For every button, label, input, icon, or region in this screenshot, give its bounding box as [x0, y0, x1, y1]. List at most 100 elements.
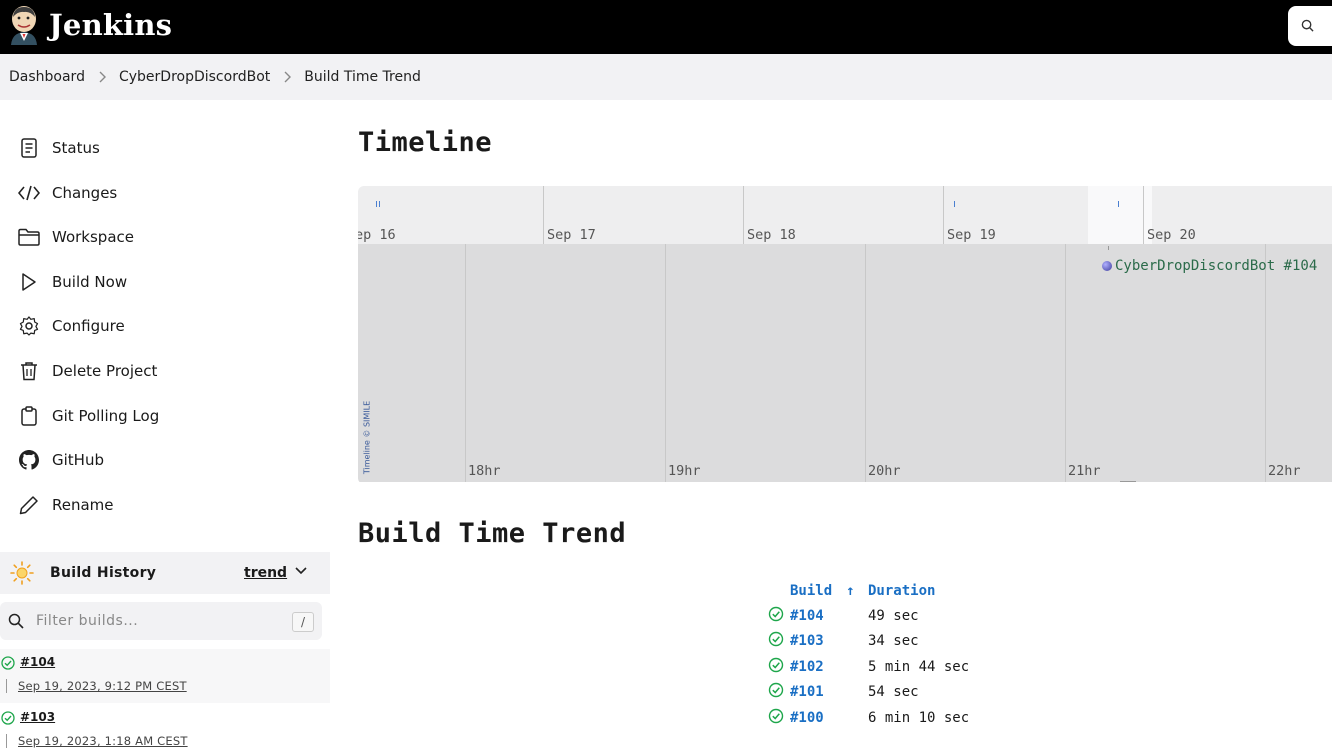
task-label: Changes [52, 184, 118, 202]
search-icon [8, 613, 24, 629]
timeline-hour-divider [865, 244, 866, 482]
task-configure[interactable]: Configure [18, 308, 125, 344]
success-check-icon [768, 606, 784, 621]
breadcrumb-project[interactable]: CyberDropDiscordBot [119, 69, 270, 85]
gear-icon [18, 315, 40, 337]
task-label: Rename [52, 496, 114, 514]
success-check-icon [768, 683, 784, 698]
timeline-hour-divider [1265, 244, 1266, 482]
folder-icon [18, 226, 40, 248]
build-number-link[interactable]: #103 [20, 710, 55, 724]
duration-cell: 34 sec [868, 633, 919, 650]
column-header-duration[interactable]: Duration [868, 579, 969, 603]
success-check-icon [768, 708, 784, 723]
build-cell: #103 [790, 629, 868, 655]
build-date-link[interactable]: Sep 19, 2023, 9:12 PM CEST [18, 679, 187, 693]
timeline-hour-divider [1065, 244, 1066, 482]
task-changes[interactable]: Changes [18, 175, 117, 211]
code-icon [18, 182, 40, 204]
build-cell: #101 [790, 680, 868, 706]
play-icon [18, 271, 40, 293]
timeline-overview-tick [379, 201, 380, 207]
build-date-link[interactable]: Sep 19, 2023, 1:18 AM CEST [18, 734, 188, 748]
task-status[interactable]: Status [18, 130, 100, 166]
table-row: #101 54 sec [768, 680, 969, 706]
timeline-overview-tick [954, 201, 955, 207]
chevron-down-icon[interactable] [295, 566, 307, 576]
timeline-hour-label: 22hr [1268, 463, 1301, 479]
task-workspace[interactable]: Workspace [18, 219, 134, 255]
trash-icon [18, 360, 40, 382]
build-cell: #104 [790, 603, 868, 629]
build-cell: #102 [790, 654, 868, 680]
breadcrumb-build-time-trend[interactable]: Build Time Trend [304, 69, 421, 85]
table-row: #103 34 sec [768, 629, 969, 655]
build-link[interactable]: #104 [790, 608, 824, 624]
github-icon [18, 449, 40, 471]
top-header: Jenkins [0, 0, 1332, 54]
build-history-entry[interactable]: #104 Sep 19, 2023, 9:12 PM CEST [0, 649, 330, 703]
filter-builds-input[interactable] [36, 610, 276, 632]
column-header-build-label: Build [790, 583, 833, 599]
table-row: #100 6 min 10 sec [768, 705, 969, 731]
home-link[interactable]: Jenkins [8, 5, 172, 45]
status-cell [768, 654, 790, 680]
timeline-resize-handle[interactable] [1120, 481, 1136, 484]
chevron-right-icon [283, 71, 292, 83]
build-link[interactable]: #102 [790, 659, 824, 675]
table-header-row: Build ↑ Duration [768, 579, 969, 603]
build-link[interactable]: #100 [790, 710, 824, 726]
header-status-cell [768, 579, 790, 603]
table-row: #102 5 min 44 sec [768, 654, 969, 680]
build-time-trend-table: Build ↑ Duration #104 49 sec #103 34 sec #102… [768, 579, 969, 731]
clipboard-icon [18, 405, 40, 427]
weather-sunny-icon [10, 561, 34, 585]
breadcrumb-dashboard[interactable]: Dashboard [9, 69, 85, 85]
filter-builds-box: / [0, 602, 322, 640]
timeline-day-label: Sep 17 [547, 227, 596, 243]
task-delete-project[interactable]: Delete Project [18, 353, 157, 389]
keyboard-shortcut-hint: / [292, 612, 314, 632]
duration-cell: 54 sec [868, 684, 919, 701]
document-icon [18, 137, 40, 159]
duration-cell: 5 min 44 sec [868, 658, 970, 675]
task-git-polling-log[interactable]: Git Polling Log [18, 398, 159, 434]
timeline-day-divider [1143, 186, 1144, 244]
success-check-icon [1, 711, 15, 725]
status-cell [768, 680, 790, 706]
build-history-trend-link[interactable]: trend [244, 565, 287, 581]
task-build-now[interactable]: Build Now [18, 264, 127, 300]
simile-credit[interactable]: Timeline © SIMILE [358, 401, 372, 481]
build-history-header: Build History trend [0, 552, 330, 594]
chevron-right-icon [98, 71, 106, 83]
search-box[interactable] [1288, 6, 1332, 46]
task-label: Build Now [52, 273, 128, 291]
task-github[interactable]: GitHub [18, 442, 104, 478]
timeline-event[interactable]: CyberDropDiscordBot #104 [1102, 258, 1317, 274]
build-link[interactable]: #101 [790, 684, 824, 700]
build-link[interactable]: #103 [790, 633, 824, 649]
build-history-entry[interactable]: #103 Sep 19, 2023, 1:18 AM CEST [0, 704, 330, 749]
timeline-day-label: Sep 19 [947, 227, 996, 243]
timeline-hour-divider [665, 244, 666, 482]
timeline-detail-band[interactable] [358, 244, 1332, 482]
timeline-widget[interactable]: ep 16 Sep 17 Sep 18 Sep 19 Sep 20 18hr 1… [358, 186, 1332, 484]
timeline-event-marker [1108, 246, 1109, 250]
task-label: Git Polling Log [52, 407, 160, 425]
build-time-trend-heading: Build Time Trend [358, 518, 627, 549]
task-rename[interactable]: Rename [18, 487, 114, 523]
build-number-link[interactable]: #104 [20, 655, 55, 669]
timeline-day-label: Sep 20 [1147, 227, 1196, 243]
task-label: Delete Project [52, 362, 158, 380]
timeline-hour-label: 21hr [1068, 463, 1101, 479]
timeline-hour-label: 19hr [668, 463, 701, 479]
timeline-divider [6, 679, 7, 693]
duration-cell: 6 min 10 sec [868, 709, 970, 726]
status-cell [768, 705, 790, 731]
timeline-divider [6, 734, 7, 748]
breadcrumb: Dashboard CyberDropDiscordBot Build Time… [0, 54, 1332, 100]
column-header-build[interactable]: Build ↑ [790, 579, 868, 603]
timeline-event-dot-icon [1102, 261, 1112, 271]
success-check-icon [768, 632, 784, 647]
jenkins-logo-icon [11, 6, 37, 45]
